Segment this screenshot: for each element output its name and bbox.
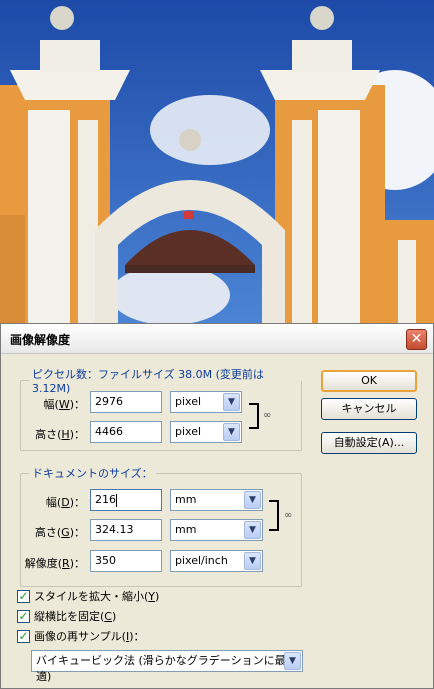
resolution-unit-select[interactable]: pixel/inch ▼ bbox=[170, 550, 263, 572]
checkmark-icon: ✓ bbox=[17, 628, 30, 643]
chevron-down-icon: ▼ bbox=[244, 521, 261, 539]
resolution-input[interactable]: 350 bbox=[90, 550, 162, 572]
chevron-down-icon: ▼ bbox=[244, 491, 261, 509]
doc-height-label: 高さ(G)： bbox=[34, 526, 85, 539]
doc-width-input[interactable]: 216 bbox=[90, 489, 162, 511]
image-size-dialog: 画像解像度 ✕ ピクセル数：ファイルサイズ 38.0M (変更前は 3.12M)… bbox=[0, 323, 434, 689]
cancel-button[interactable]: キャンセル bbox=[321, 398, 417, 420]
pixel-dimensions-legend: ピクセル数：ファイルサイズ 38.0M (変更前は 3.12M) bbox=[32, 368, 264, 395]
scale-styles-label: スタイルを拡大・縮小(Y) bbox=[34, 590, 160, 603]
background-photo bbox=[0, 0, 434, 330]
resample-method-select[interactable]: バイキュービック法 (滑らかなグラデーションに最適) ▼ bbox=[31, 650, 303, 683]
chevron-down-icon: ▼ bbox=[223, 423, 240, 441]
checkmark-icon: ✓ bbox=[17, 608, 30, 623]
doc-height-unit-select[interactable]: mm ▼ bbox=[170, 519, 263, 541]
pixel-height-label: 高さ(H)： bbox=[35, 428, 85, 441]
document-size-legend: ドキュメントのサイズ： bbox=[32, 467, 153, 480]
chevron-down-icon: ▼ bbox=[223, 393, 240, 411]
text-caret bbox=[116, 493, 117, 507]
chain-link-icon: ∞ bbox=[263, 410, 272, 421]
auto-button[interactable]: 自動設定(A)... bbox=[321, 432, 417, 454]
resample-label: 画像の再サンプル(I)： bbox=[34, 630, 145, 643]
dialog-title: 画像解像度 bbox=[10, 333, 71, 347]
close-button[interactable]: ✕ bbox=[406, 329, 427, 350]
chevron-down-icon: ▼ bbox=[244, 552, 261, 570]
doc-width-label: 幅(D)： bbox=[45, 496, 85, 509]
pixel-height-input[interactable]: 4466 bbox=[90, 421, 162, 443]
ok-button[interactable]: OK bbox=[321, 370, 417, 392]
chevron-down-icon: ▼ bbox=[284, 652, 301, 670]
pixel-height-unit-select[interactable]: pixel ▼ bbox=[170, 421, 242, 443]
scale-styles-checkbox[interactable]: ✓ スタイルを拡大・縮小(Y) bbox=[17, 588, 159, 604]
resample-checkbox[interactable]: ✓ 画像の再サンプル(I)： bbox=[17, 628, 145, 644]
link-bracket bbox=[249, 403, 259, 429]
pixel-width-label: 幅(W)： bbox=[43, 398, 85, 411]
pixel-width-input[interactable]: 2976 bbox=[90, 391, 162, 413]
checkmark-icon: ✓ bbox=[17, 588, 30, 603]
link-bracket bbox=[269, 500, 279, 531]
resolution-label: 解像度(R)： bbox=[24, 557, 85, 570]
title-bar: 画像解像度 ✕ bbox=[1, 324, 433, 354]
close-icon: ✕ bbox=[410, 331, 423, 347]
chain-link-icon: ∞ bbox=[284, 510, 293, 521]
pixel-width-unit-select[interactable]: pixel ▼ bbox=[170, 391, 242, 413]
doc-width-unit-select[interactable]: mm ▼ bbox=[170, 489, 263, 511]
doc-height-input[interactable]: 324.13 bbox=[90, 519, 162, 541]
constrain-proportions-label: 縦横比を固定(C) bbox=[34, 610, 117, 623]
constrain-proportions-checkbox[interactable]: ✓ 縦横比を固定(C) bbox=[17, 608, 116, 624]
